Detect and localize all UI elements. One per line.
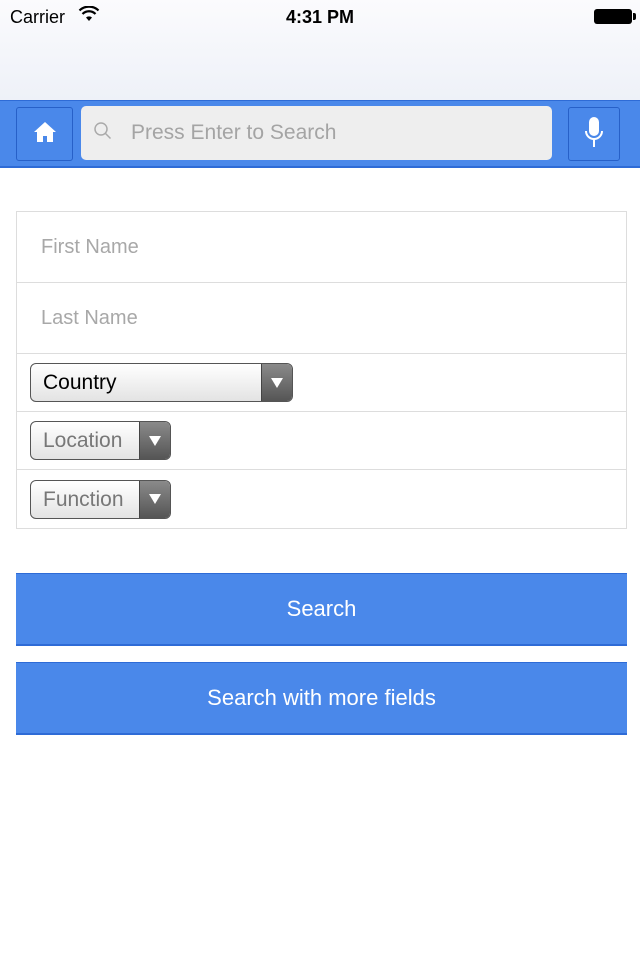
function-select-value: Function [43,487,124,511]
search-button[interactable]: Search [16,573,627,646]
country-select-value: Country [43,371,117,394]
location-select-value: Location [43,429,123,452]
clock: 4:31 PM [285,7,355,27]
search-form: Country Location Function [16,211,627,529]
search-input[interactable] [131,121,531,145]
last-name-field[interactable] [41,306,601,330]
chevron-down-icon [139,422,170,459]
function-select[interactable]: Function [30,479,171,519]
search-field[interactable] [81,106,552,160]
microphone-icon [584,116,604,153]
voice-search-button[interactable] [568,107,620,161]
chevron-down-icon [139,480,170,518]
battery-icon [594,9,636,24]
search-icon [93,121,119,146]
location-select[interactable]: Location [30,421,171,460]
search-more-fields-button[interactable]: Search with more fields [16,662,627,735]
status-bar: Carrier 4:31 PM [0,0,640,100]
country-select[interactable]: Country [30,363,293,402]
first-name-field[interactable] [41,235,601,259]
home-button[interactable] [16,107,73,161]
chevron-down-icon [261,364,292,401]
home-icon [33,121,57,148]
top-toolbar [0,100,640,168]
